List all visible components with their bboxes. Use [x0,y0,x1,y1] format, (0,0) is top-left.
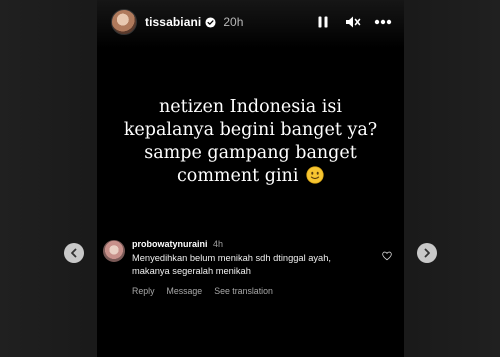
caption-line: sampe gampang banget [144,143,357,163]
comment-card: probowatynuraini 4h Menyedihkan belum me… [103,238,396,296]
more-icon [374,19,392,25]
comment-text-line: Menyedihkan belum menikah sdh dtinggal a… [132,253,331,263]
pause-button[interactable] [314,13,332,31]
chevron-right-icon [424,248,430,258]
slightly-smiling-face-icon [306,166,324,184]
message-button[interactable]: Message [167,286,203,296]
comment-actions: Reply Message See translation [132,286,396,296]
comment-time: 4h [213,239,224,249]
previous-story-button[interactable] [64,243,84,263]
comment-username[interactable]: probowatynuraini [132,239,208,249]
comment-body: probowatynuraini 4h Menyedihkan belum me… [132,238,396,296]
story-header: tissabiani 20h [111,8,392,36]
mute-icon [346,16,361,28]
avatar[interactable] [111,9,137,35]
like-heart-icon[interactable] [382,251,392,261]
pause-icon [318,16,328,28]
caption-line-last: comment gini [117,165,384,188]
comment-avatar[interactable] [103,240,125,262]
verified-badge-icon [205,16,216,28]
see-translation-button[interactable]: See translation [214,286,273,296]
caption-line: netizen Indonesia isi [159,97,342,117]
caption-line: kepalanya begini banget ya? [123,120,378,140]
story-frame[interactable]: tissabiani 20h netizen Indonesia isi kep… [97,0,404,357]
comment-text: Menyedihkan belum menikah sdh dtinggal a… [132,252,396,277]
story-username[interactable]: tissabiani [145,15,201,29]
next-story-button[interactable] [417,243,437,263]
caption-line-text: comment gini [177,166,299,186]
more-options-button[interactable] [374,13,392,31]
mute-button[interactable] [344,13,362,31]
reply-button[interactable]: Reply [132,286,155,296]
story-time: 20h [223,15,244,29]
chevron-left-icon [71,248,77,258]
comment-text-line: makanya segeralah menikah [132,265,251,276]
story-caption: netizen Indonesia isi kepalanya begini b… [117,96,384,188]
